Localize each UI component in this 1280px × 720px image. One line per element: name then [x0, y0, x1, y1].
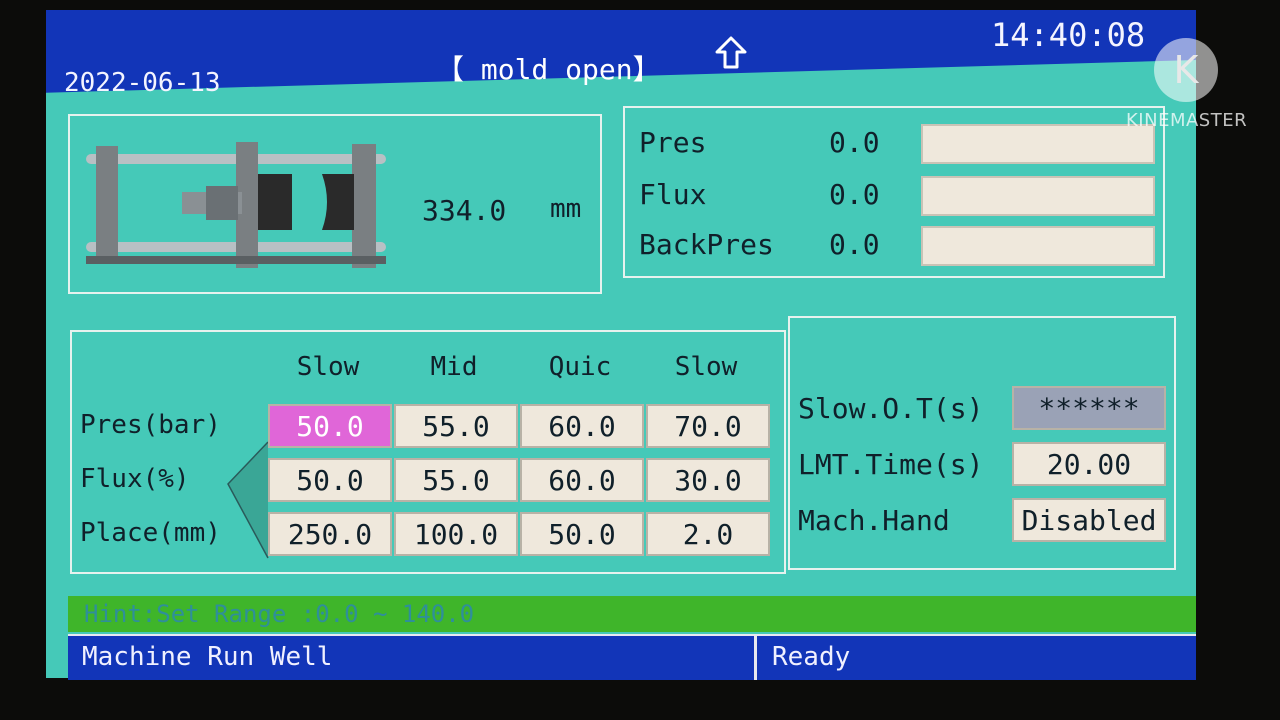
cell-pres-mid[interactable]: 55.0 [394, 404, 518, 448]
option-label-mach-hand: Mach.Hand [798, 504, 950, 537]
mold-position-unit: mm [550, 194, 582, 224]
ready-status: Ready [772, 642, 851, 672]
column-header-slow-2: Slow [674, 352, 738, 382]
gauge-bar-backpres [921, 226, 1155, 266]
cell-place-mid[interactable]: 100.0 [394, 512, 518, 556]
cell-pres-slow-2[interactable]: 70.0 [646, 404, 770, 448]
mode-title: 【 mold open】 [436, 53, 661, 86]
gauge-bar-pres [921, 124, 1155, 164]
cell-flux-slow[interactable]: 50.0 [268, 458, 392, 502]
gauge-label-backpres: BackPres [639, 228, 774, 261]
gauge-label-flux: Flux [639, 178, 707, 211]
gauge-panel: Pres 0.0 Flux 0.0 BackPres 0.0 [623, 106, 1165, 278]
gauge-value-pres: 0.0 [829, 126, 880, 159]
option-label-lmt-time: LMT.Time(s) [798, 448, 984, 481]
parameter-table: Slow Mid Quic Slow Pres(bar) Flux(%) Pla… [70, 330, 786, 574]
mold-position-value: 334.0 [422, 194, 507, 227]
status-divider [754, 636, 757, 680]
option-label-slow-ot: Slow.O.T(s) [798, 392, 984, 425]
option-value-lmt-time[interactable]: 20.00 [1012, 442, 1166, 486]
kinemaster-logo-icon: K [1154, 38, 1218, 102]
cell-place-slow-2[interactable]: 2.0 [646, 512, 770, 556]
up-arrow-icon[interactable] [714, 36, 748, 74]
date-label: 2022-06-13 [64, 68, 221, 98]
cell-flux-quic[interactable]: 60.0 [520, 458, 644, 502]
cell-place-slow[interactable]: 250.0 [268, 512, 392, 556]
cell-pres-quic[interactable]: 60.0 [520, 404, 644, 448]
gauge-value-backpres: 0.0 [829, 228, 880, 261]
status-bar: Machine Run Well Ready [68, 634, 1196, 680]
hmi-screen: 2022-06-13 【 mold open】 14:40:08 334.0 m… [46, 10, 1196, 680]
gauge-value-flux: 0.0 [829, 178, 880, 211]
column-header-slow: Slow [296, 352, 360, 382]
row-label-flux: Flux(%) [80, 464, 190, 494]
column-header-quic: Quic [548, 352, 612, 382]
gauge-label-pres: Pres [639, 126, 707, 159]
column-header-mid: Mid [430, 352, 478, 382]
kinemaster-text: KINEMASTER [1126, 110, 1248, 131]
machine-status: Machine Run Well [82, 642, 333, 672]
clock: 14:40:08 [991, 16, 1146, 54]
cell-flux-slow-2[interactable]: 30.0 [646, 458, 770, 502]
cell-pres-slow[interactable]: 50.0 [268, 404, 392, 448]
mold-position-panel: 334.0 mm [68, 114, 602, 294]
kinemaster-logo-letter: K [1173, 48, 1199, 92]
gauge-bar-flux [921, 176, 1155, 216]
row-label-place: Place(mm) [80, 518, 221, 548]
cell-place-quic[interactable]: 50.0 [520, 512, 644, 556]
cell-flux-mid[interactable]: 55.0 [394, 458, 518, 502]
kinemaster-watermark: K KINEMASTER [1126, 38, 1276, 134]
hint-bar: Hint:Set Range :0.0 ~ 140.0 [68, 596, 1196, 632]
machine-diagram-icon [86, 140, 396, 274]
option-value-mach-hand[interactable]: Disabled [1012, 498, 1166, 542]
options-panel: Slow.O.T(s) ****** LMT.Time(s) 20.00 Mac… [788, 316, 1176, 570]
row-label-pres: Pres(bar) [80, 410, 221, 440]
option-value-slow-ot[interactable]: ****** [1012, 386, 1166, 430]
row-bracket [224, 440, 270, 564]
